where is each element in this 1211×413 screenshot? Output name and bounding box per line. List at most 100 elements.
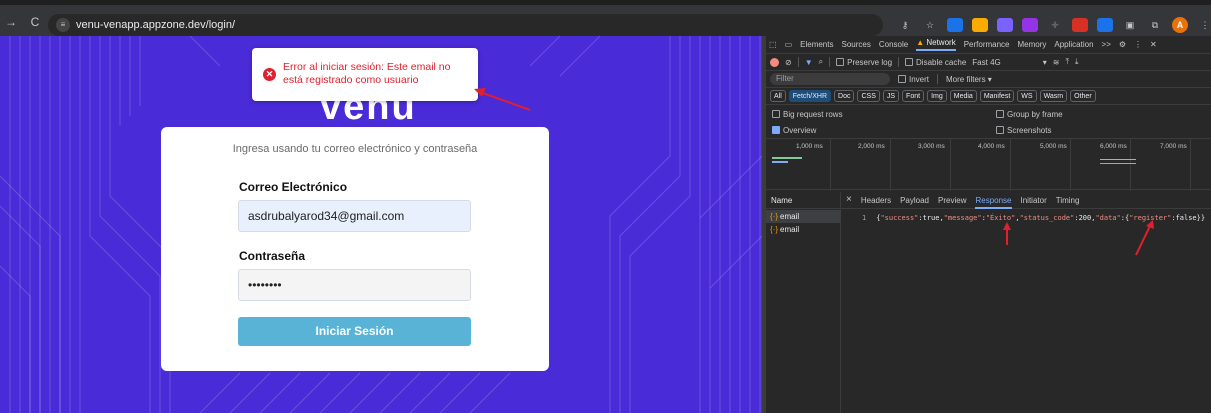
tab-elements[interactable]: Elements [800, 40, 833, 49]
chip-doc[interactable]: Doc [834, 90, 855, 102]
network-timeline[interactable]: 1,000 ms 2,000 ms 3,000 ms 4,000 ms 5,00… [766, 138, 1211, 191]
back-arrow-icon[interactable]: → [2, 15, 20, 29]
extension-icon[interactable] [1097, 18, 1113, 32]
settings-gear-icon[interactable]: ⚙ [1119, 40, 1126, 49]
tab-performance[interactable]: Performance [964, 40, 1010, 49]
tab-response[interactable]: Response [975, 196, 1012, 209]
preserve-log-checkbox[interactable]: Preserve log [836, 58, 892, 67]
download-icon[interactable]: ⤓ [1075, 57, 1079, 67]
close-detail-icon[interactable]: × [846, 194, 852, 209]
chip-wasm[interactable]: Wasm [1039, 90, 1068, 102]
avatar[interactable]: A [1172, 17, 1188, 33]
overview-checkbox[interactable]: Overview [772, 126, 816, 135]
wifi-icon[interactable]: ≋ [1053, 58, 1060, 67]
checkbox-box [836, 58, 845, 67]
chip-other[interactable]: Other [1070, 90, 1096, 102]
tab-timing[interactable]: Timing [1056, 196, 1080, 209]
big-request-rows-checkbox[interactable]: Big request rows [772, 110, 843, 119]
device-toggle-icon[interactable]: ▭ [785, 40, 793, 49]
tab-network-label: Network [926, 38, 956, 47]
filter-icon[interactable]: ▼ [805, 58, 813, 67]
extension-icon[interactable]: ▣ [1122, 18, 1138, 32]
more-filters-button[interactable]: More filters ▾ [946, 75, 992, 84]
extension-icon[interactable] [1022, 18, 1038, 32]
chip-ws[interactable]: WS [1017, 90, 1037, 102]
options-row: Overview Screenshots [766, 122, 1211, 138]
group-by-frame-checkbox[interactable]: Group by frame [996, 110, 1063, 119]
checkbox-box [905, 58, 914, 67]
tab-console[interactable]: Console [879, 40, 908, 49]
reload-icon[interactable]: C [26, 15, 44, 29]
upload-icon[interactable]: ⤒ [1065, 57, 1069, 67]
toolbar-divider [898, 57, 900, 67]
request-detail-tabs: × Headers Payload Preview Response Initi… [846, 194, 1080, 209]
menu-dots-icon[interactable]: ⋮ [1197, 18, 1211, 32]
devtools-tabs: ⬚ ▭ Elements Sources Console ▲ Network P… [766, 36, 1211, 54]
chip-manifest[interactable]: Manifest [979, 90, 1015, 102]
invert-label: Invert [909, 74, 930, 84]
json-value: false [1175, 214, 1197, 222]
chevron-down-icon[interactable]: ▾ [1043, 58, 1047, 67]
extension-icon[interactable]: ✚ [1047, 18, 1063, 32]
preserve-log-label: Preserve log [847, 57, 893, 67]
extension-icon[interactable] [1072, 18, 1088, 32]
request-name: email [780, 212, 800, 221]
json-value: "Éxito" [985, 214, 1016, 222]
disable-cache-label: Disable cache [916, 57, 967, 67]
close-devtools-icon[interactable]: ✕ [1150, 40, 1157, 49]
chip-all[interactable]: All [770, 90, 786, 102]
bookmark-star-icon[interactable]: ☆ [922, 18, 938, 32]
tab-memory[interactable]: Memory [1018, 40, 1047, 49]
site-info-icon[interactable]: ≡ [56, 18, 70, 32]
search-icon[interactable]: ⌕ [819, 57, 823, 67]
invert-checkbox[interactable]: Invert [898, 75, 929, 84]
request-row[interactable]: {·} email [766, 210, 841, 223]
json-key: "status_code" [1019, 214, 1075, 222]
chip-css[interactable]: CSS [857, 90, 880, 102]
filter-row: Filter Invert More filters ▾ [766, 71, 1211, 88]
request-list: Name {·} email {·} email [766, 192, 841, 413]
json-key: "data" [1095, 214, 1121, 222]
address-bar[interactable]: ≡ venu-venapp.appzone.dev/login/ [48, 14, 883, 36]
tab-sources[interactable]: Sources [841, 40, 870, 49]
inspect-icon[interactable]: ⬚ [769, 40, 777, 49]
throttle-select[interactable]: Fast 4G [972, 58, 1000, 67]
chip-media[interactable]: Media [949, 90, 977, 102]
tab-payload[interactable]: Payload [900, 196, 929, 209]
timeline-tick: 4,000 ms [978, 143, 1005, 150]
tab-initiator[interactable]: Initiator [1021, 196, 1047, 209]
chip-font[interactable]: Font [902, 90, 925, 102]
name-column-header[interactable]: Name [771, 196, 792, 205]
chip-img[interactable]: Img [927, 90, 947, 102]
extension-icon[interactable] [947, 18, 963, 32]
puzzle-icon[interactable]: ⧉ [1147, 18, 1163, 32]
filter-input[interactable]: Filter [770, 73, 890, 85]
key-icon[interactable]: ⚷ [897, 18, 913, 32]
record-icon[interactable] [770, 57, 779, 67]
checkbox-box [996, 110, 1004, 119]
tab-network[interactable]: ▲ Network [916, 38, 956, 51]
tab-application[interactable]: Application [1054, 40, 1093, 49]
timeline-tick: 1,000 ms [796, 143, 823, 150]
big-request-rows-label: Big request rows [783, 109, 843, 119]
request-row[interactable]: {·} email [766, 223, 841, 236]
disable-cache-checkbox[interactable]: Disable cache [905, 58, 966, 67]
json-brace: }} [1196, 214, 1206, 222]
extension-icon[interactable] [997, 18, 1013, 32]
timeline-bar [1100, 159, 1136, 160]
timeline-gridline [1190, 139, 1191, 191]
checkbox-box [996, 126, 1004, 135]
clear-icon[interactable]: ⊘ [785, 58, 792, 67]
chip-js[interactable]: JS [882, 90, 900, 102]
extension-icon[interactable] [972, 18, 988, 32]
json-value: true [922, 214, 940, 222]
more-tabs-button[interactable]: >> [1102, 40, 1111, 49]
screenshots-checkbox[interactable]: Screenshots [996, 126, 1051, 135]
tab-preview[interactable]: Preview [938, 196, 966, 209]
more-options-icon[interactable]: ⋮ [1134, 40, 1142, 49]
chip-fetch-xhr[interactable]: Fetch/XHR [788, 90, 832, 102]
response-body[interactable]: 1 {"success":true,"message":"Éxito","stat… [862, 214, 1205, 222]
timeline-gridline [1130, 139, 1131, 191]
tab-headers[interactable]: Headers [861, 196, 891, 209]
timeline-gridline [890, 139, 891, 191]
